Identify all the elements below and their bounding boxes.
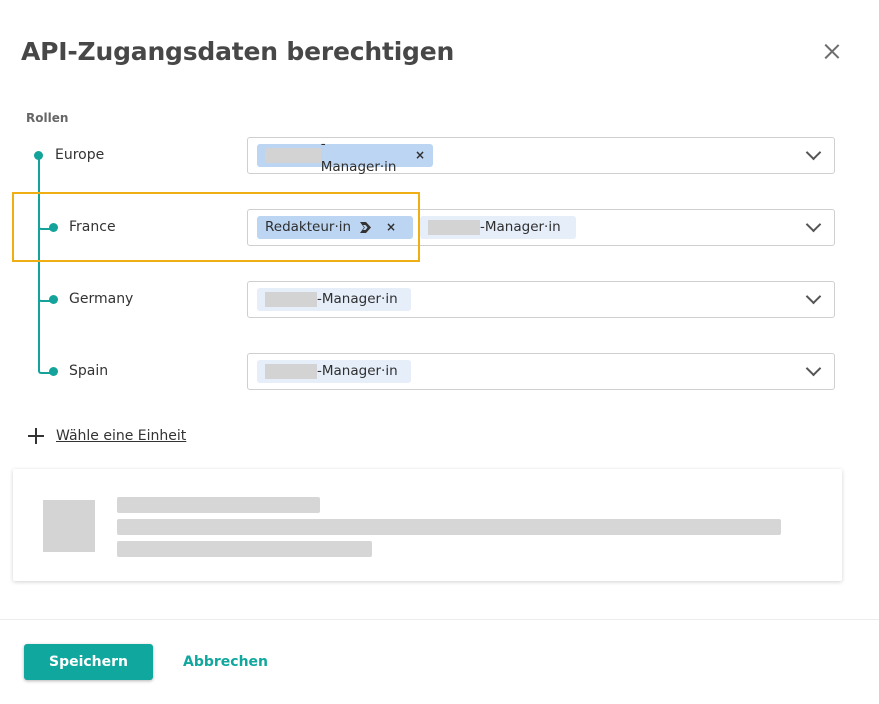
- add-unit-link[interactable]: Wähle eine Einheit: [28, 428, 186, 444]
- chevron-down-icon[interactable]: [805, 144, 822, 161]
- role-select-europe[interactable]: -Manager·in ×: [247, 136, 835, 175]
- role-chip-label: -Manager·in: [317, 291, 398, 307]
- text-placeholder: [117, 519, 781, 535]
- chevron-down-icon[interactable]: [805, 288, 822, 305]
- roles-section-label: Rollen: [26, 111, 69, 125]
- footer-divider: [0, 619, 879, 620]
- save-button[interactable]: Speichern: [24, 644, 153, 680]
- unit-label-spain: Spain: [69, 363, 109, 379]
- role-select-spain[interactable]: -Manager·in: [247, 353, 835, 390]
- unit-label-germany: Germany: [69, 291, 134, 307]
- redacted-text: [265, 148, 321, 163]
- france-highlight-box: [12, 192, 420, 262]
- text-placeholder: [117, 541, 372, 557]
- inherited-role-chip: -Manager·in: [257, 360, 411, 383]
- redacted-text: [428, 220, 480, 235]
- remove-role-icon[interactable]: ×: [415, 144, 425, 167]
- chevron-down-icon[interactable]: [805, 216, 822, 233]
- role-chip: -Manager·in ×: [257, 136, 433, 175]
- tree-node-germany: [49, 295, 58, 304]
- add-unit-label[interactable]: Wähle eine Einheit: [56, 428, 186, 444]
- close-icon[interactable]: [820, 40, 844, 64]
- info-card-placeholder: [13, 469, 842, 581]
- unit-label-europe: Europe: [55, 147, 105, 163]
- dialog-title: API-Zugangsdaten berechtigen: [21, 37, 455, 66]
- redacted-text: [265, 292, 317, 307]
- tree-node-europe: [34, 151, 43, 160]
- role-select-germany[interactable]: -Manager·in: [247, 281, 835, 318]
- plus-icon: [28, 428, 44, 444]
- cancel-button[interactable]: Abbrechen: [183, 644, 268, 680]
- chevron-down-icon[interactable]: [805, 360, 822, 377]
- role-chip-label: -Manager·in: [320, 135, 397, 175]
- tree-node-spain: [49, 367, 58, 376]
- role-chip-label: -Manager·in: [317, 363, 398, 379]
- inherited-role-chip: -Manager·in: [257, 288, 411, 311]
- role-chip-label: -Manager·in: [480, 219, 561, 235]
- text-placeholder: [117, 497, 320, 513]
- inherited-role-chip: -Manager·in: [420, 216, 576, 239]
- redacted-text: [265, 364, 317, 379]
- image-placeholder: [43, 500, 95, 552]
